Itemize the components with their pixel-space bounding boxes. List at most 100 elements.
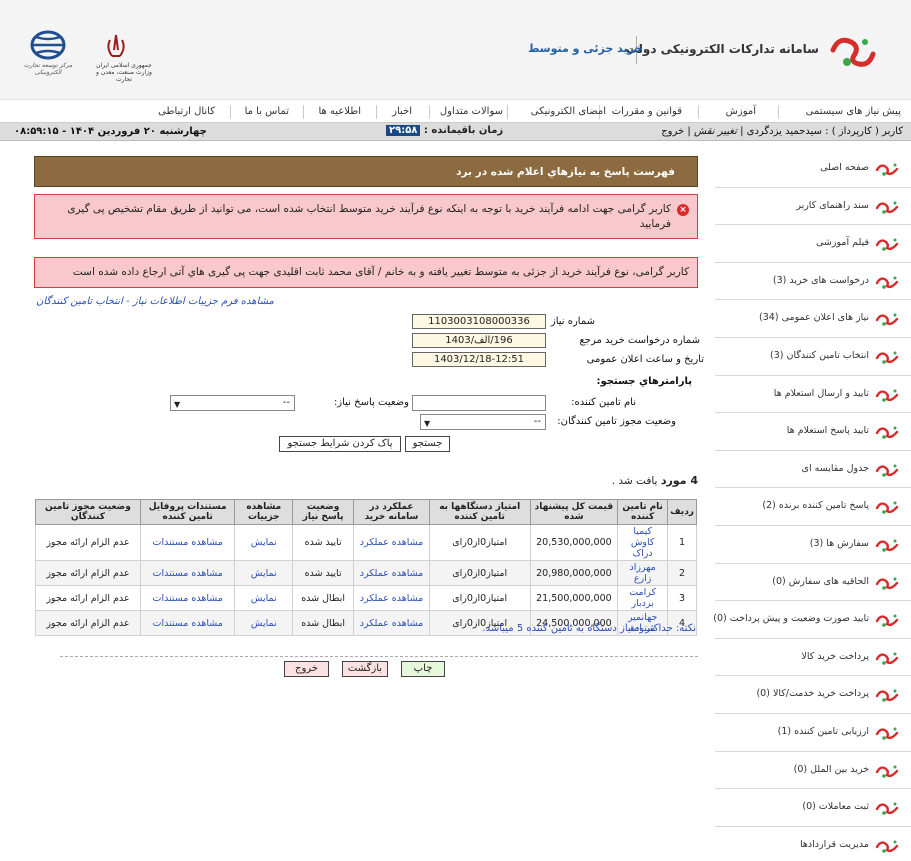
status-bar: کاربر ( کارپرداز ) : سیدحمید یزدگردی | ت… (0, 123, 911, 141)
nav-news[interactable]: اخبار (392, 106, 412, 117)
row-index: 2 (667, 560, 697, 586)
view-performance-link[interactable]: مشاهده عملکرد (353, 585, 430, 611)
alert-referral: کاربر گرامی، نوع فرآیند خرید از جزئی به … (34, 257, 698, 288)
sidebar-item-label: سند راهنمای کاربر (796, 199, 869, 211)
supplier-name-link[interactable]: کرامت بردبار (617, 585, 669, 611)
supplier-name-input[interactable] (412, 395, 546, 411)
offer-price: 20,980,000,000 (529, 560, 619, 586)
back-button[interactable]: بازگشت (342, 661, 388, 677)
sidebar-item[interactable]: پرداخت خرید خدمت/کالا (0) (715, 676, 911, 714)
sidebar-item[interactable]: ثبت معاملات (0) (715, 789, 911, 827)
nav-laws[interactable]: قوانین و مقررات (612, 106, 682, 117)
setad-logo-icon (875, 727, 899, 740)
error-icon: × (677, 204, 689, 216)
alert-message: کاربر گرامی، نوع فرآیند خرید از جزئی به … (72, 266, 689, 278)
license-status-select[interactable]: -- ▼ (420, 414, 546, 430)
sidebar-item[interactable]: مدیریت قراردادها (715, 827, 911, 861)
show-details-link[interactable]: نمایش (234, 610, 294, 636)
need-details-link[interactable]: مشاهده فرم جزییات اطلاعات نیاز - انتخاب … (36, 296, 274, 307)
timer-value: ۲۹:۵۸ (386, 125, 421, 136)
nav-prerequisites[interactable]: پیش نیاز های سیستمی (806, 106, 901, 117)
need-number-label: شماره نیاز (550, 316, 595, 327)
table-header-row: ردیف نام تامین کننده قیمت کل پیشنهاد شده… (35, 499, 697, 525)
selected-value: -- (282, 397, 290, 408)
col-header-license: وضعیت مجوز تامین کنندگان (35, 499, 141, 525)
sidebar-item[interactable]: فیلم آموزشی (715, 225, 911, 263)
sidebar-item-label: ارزیابی تامین کننده (1) (777, 725, 869, 737)
separator: | (687, 126, 691, 137)
exit-button[interactable]: خروج (284, 661, 329, 677)
chevron-down-icon: ▼ (174, 400, 181, 409)
sidebar-item[interactable]: تایید و ارسال استعلام ها (715, 376, 911, 414)
col-header-score: امتیاز دستگاهها به تامین کننده (428, 499, 531, 525)
response-status: ابطال شده (292, 585, 355, 611)
sidebar-item-label: پرداخت خرید خدمت/کالا (0) (756, 688, 869, 700)
nav-faq[interactable]: سوالات متداول (440, 106, 503, 117)
view-documents-link[interactable]: مشاهده مستندات (139, 524, 236, 561)
view-performance-link[interactable]: مشاهده عملکرد (353, 610, 430, 636)
response-status-select[interactable]: -- ▼ (170, 395, 295, 411)
sidebar-item[interactable]: نیاز های اعلان عمومی (34) (715, 300, 911, 338)
supplier-name-link[interactable]: کیمیا کاوش دراک (617, 524, 669, 561)
search-button[interactable]: جستجو (405, 436, 450, 452)
sidebar-item[interactable]: پرداخت خرید کالا (715, 639, 911, 677)
header: سامانه تداركات الكترونيكی دولت خرید جزئی… (0, 0, 911, 100)
score-note: نکته: حداکثر امتیاز دستگاه به تامین کنند… (482, 623, 696, 634)
sidebar-item[interactable]: الحاقیه های سفارش (0) (715, 564, 911, 602)
clear-search-button[interactable]: پاک کردن شرایط جستجو (279, 436, 401, 452)
row-index: 1 (667, 524, 697, 561)
sidebar-item[interactable]: سند راهنمای کاربر (715, 188, 911, 226)
sidebar-item-label: ثبت معاملات (0) (802, 801, 869, 813)
setad-logo-icon (875, 464, 899, 477)
nav-channel[interactable]: کانال ارتباطی (158, 106, 215, 117)
setad-logo-icon (875, 765, 899, 778)
alert-process-type: × کاربر گرامی جهت ادامه فرآیند خرید با ت… (34, 194, 698, 239)
count-suffix: یافت شد . (611, 475, 658, 487)
need-number-field: 1103003108000336 (412, 314, 546, 329)
table-body: 1 کیمیا کاوش دراک 20,530,000,000 امتیاز0از0… (35, 524, 697, 636)
current-datetime: چهارشنبه ۲۰ فروردین ۱۴۰۴ - ۰۸:۵۹:۱۵ (14, 126, 207, 137)
nav-separator (303, 105, 304, 119)
sidebar-item[interactable]: انتخاب تامین کنندگان (3) (715, 338, 911, 376)
nav-separator (698, 105, 699, 119)
sidebar-item-label: مدیریت قراردادها (800, 838, 869, 850)
sidebar-item[interactable]: درخواست های خرید (3) (715, 263, 911, 301)
sidebar-item[interactable]: پاسخ تامین کننده برنده (2) (715, 488, 911, 526)
nav-announcements[interactable]: اطلاعیه ها (318, 106, 361, 117)
setad-logo-icon (875, 426, 899, 439)
sidebar-item-label: خرید بین الملل (0) (793, 763, 869, 775)
sidebar-item[interactable]: تایید صورت وضعیت و پیش پرداخت (0) (713, 601, 911, 639)
view-documents-link[interactable]: مشاهده مستندات (139, 560, 236, 586)
view-performance-link[interactable]: مشاهده عملکرد (353, 560, 430, 586)
supplier-name-link[interactable]: مهرزاد زارع (617, 560, 669, 586)
sidebar-item-label: تایید پاسخ استعلام ها (786, 425, 869, 437)
view-documents-link[interactable]: مشاهده مستندات (139, 585, 236, 611)
nav-e-signature[interactable]: امضای الکترونیکی (531, 106, 606, 117)
response-status: تایید شده (292, 560, 355, 586)
count-value: 4 مورد (660, 474, 698, 487)
sidebar-item[interactable]: سفارش ها (3) (715, 526, 911, 564)
logout-link[interactable]: خروج (661, 126, 684, 137)
nav-contact[interactable]: تماس با ما (245, 106, 289, 117)
show-details-link[interactable]: نمایش (234, 585, 294, 611)
nav-separator (778, 105, 779, 119)
sidebar-item[interactable]: ارزیابی تامین کننده (1) (715, 714, 911, 752)
view-documents-link[interactable]: مشاهده مستندات (139, 610, 236, 636)
chevron-down-icon: ▼ (424, 419, 431, 428)
sidebar-item-label: فیلم آموزشی (816, 237, 869, 249)
sidebar-item[interactable]: صفحه اصلی (715, 150, 911, 188)
print-button[interactable]: چاپ (401, 661, 445, 677)
nav-separator (507, 105, 508, 119)
announce-date-label: تاریخ و ساعت اعلان عمومی (586, 354, 704, 365)
sidebar-item[interactable]: تایید پاسخ استعلام ها (715, 413, 911, 451)
nav-training[interactable]: آموزش (726, 106, 756, 117)
setad-logo-icon (875, 577, 899, 590)
table-row: 1 کیمیا کاوش دراک 20,530,000,000 امتیاز0از0… (35, 524, 697, 561)
view-performance-link[interactable]: مشاهده عملکرد (353, 524, 430, 561)
sidebar-item[interactable]: جدول مقایسه ای (715, 451, 911, 489)
sidebar-item[interactable]: خرید بین الملل (0) (715, 752, 911, 790)
show-details-link[interactable]: نمایش (234, 560, 294, 586)
top-nav: پیش نیاز های سیستمی آموزش قوانین و مقررا… (0, 101, 911, 123)
show-details-link[interactable]: نمایش (234, 524, 294, 561)
change-role-link[interactable]: تغییر نقش (694, 126, 737, 137)
